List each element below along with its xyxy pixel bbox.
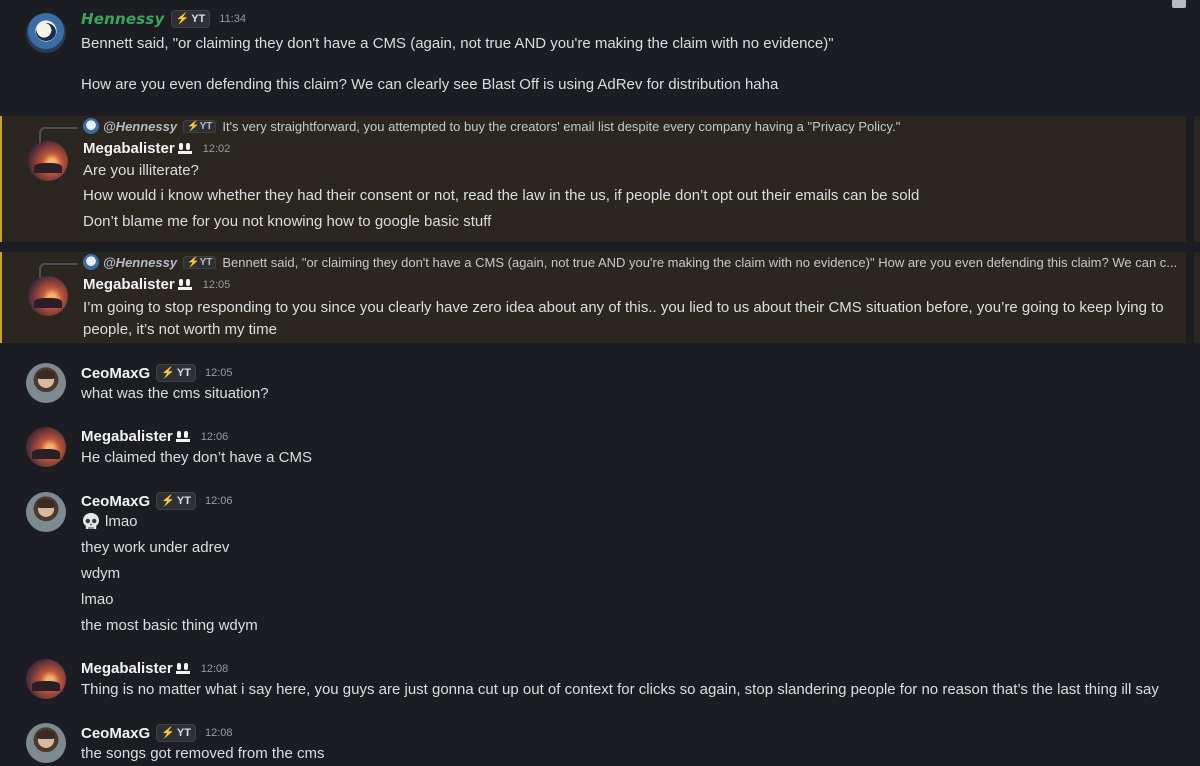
bolt-icon: ⚡: [187, 120, 200, 132]
yt-badge[interactable]: ⚡ YT: [156, 724, 196, 742]
bolt-icon: ⚡: [175, 13, 190, 25]
bolt-icon: ⚡: [161, 367, 175, 379]
timestamp[interactable]: 12:08: [205, 727, 233, 739]
avatar[interactable]: [28, 141, 68, 181]
message-line: Don’t blame me for you not knowing how t…: [83, 213, 492, 230]
yt-badge[interactable]: ⚡ YT: [156, 364, 196, 382]
message-line: I’m going to stop responding to you sinc…: [83, 299, 1164, 316]
avatar[interactable]: [26, 13, 66, 53]
avatar[interactable]: [26, 492, 66, 532]
message-line: people, it’s not worth my time: [83, 321, 277, 338]
avatar[interactable]: [26, 363, 66, 403]
reply-avatar: [83, 254, 99, 270]
message-line: How would i know whether they had their …: [83, 187, 920, 204]
message-header: Megabalister 12:08: [81, 660, 228, 677]
username[interactable]: Megabalister: [83, 276, 175, 293]
reply-preview[interactable]: @Hennessy ⚡YT Bennett said, "or claiming…: [39, 254, 1178, 279]
message: @Hennessy ⚡YT Bennett said, "or claiming…: [0, 252, 1200, 343]
skull-icon: [83, 513, 99, 530]
username[interactable]: Megabalister: [83, 140, 175, 157]
username[interactable]: CeoMaxG: [81, 493, 150, 510]
timestamp[interactable]: 12:06: [201, 431, 229, 443]
message: CeoMaxG ⚡ YT 12:05 what was the cms situa…: [0, 352, 1200, 412]
reply-username[interactable]: @Hennessy: [103, 255, 177, 270]
reply-avatar: [83, 118, 99, 134]
reply-text: Bennett said, "or claiming they don't ha…: [222, 254, 1178, 270]
scrollbar[interactable]: [1186, 0, 1194, 766]
message-line: He claimed they don’t have a CMS: [81, 449, 312, 466]
yt-badge: ⚡YT: [183, 119, 217, 133]
message: @Hennessy ⚡YT It's very straightforward,…: [0, 116, 1200, 242]
message-line: wdym: [81, 565, 121, 582]
message-line: Thing is no matter what i say here, you …: [81, 681, 1159, 698]
message-line: the most basic thing wdym: [81, 617, 258, 634]
timestamp[interactable]: 12:08: [201, 663, 229, 675]
message-header: Megabalister 12:06: [81, 428, 228, 445]
message-line: Are you illiterate?: [83, 162, 199, 179]
username[interactable]: CeoMaxG: [81, 365, 150, 382]
message-header: CeoMaxG ⚡ YT 12:06: [81, 492, 232, 510]
message-header: Hennessy ⚡ YT 11:34: [81, 10, 246, 28]
message: CeoMaxG ⚡ YT 12:06 lmao they work under a…: [0, 480, 1200, 640]
message-header: Megabalister 12:02: [83, 140, 230, 157]
message: CeoMaxG ⚡ YT 12:08 the songs got removed …: [0, 712, 1200, 766]
message-line: what was the cms situation?: [81, 385, 269, 402]
message-line: lmao: [81, 591, 114, 608]
yt-badge: ⚡YT: [183, 255, 217, 269]
timestamp[interactable]: 11:34: [219, 13, 246, 25]
timestamp[interactable]: 12:05: [203, 279, 231, 291]
yt-badge[interactable]: ⚡ YT: [170, 10, 211, 28]
timestamp[interactable]: 12:02: [203, 143, 231, 155]
timestamp[interactable]: 12:05: [205, 367, 233, 379]
reply-username[interactable]: @Hennessy: [103, 119, 177, 134]
avatar[interactable]: [26, 723, 66, 763]
bolt-icon: ⚡: [187, 256, 200, 268]
message: Megabalister 12:06 He claimed they don’t…: [0, 416, 1200, 476]
message: Hennessy ⚡ YT 11:34 Bennett said, "or cla…: [0, 0, 1200, 108]
avatar[interactable]: [26, 659, 66, 699]
avatar[interactable]: [28, 276, 68, 316]
microphone-icon: [175, 662, 192, 675]
message-line: Bennett said, "or claiming they don't ha…: [81, 35, 834, 52]
message-line: they work under adrev: [81, 539, 230, 556]
message-line: lmao: [81, 512, 138, 532]
username[interactable]: Hennessy: [81, 10, 165, 28]
message: Megabalister 12:08 Thing is no matter wh…: [0, 648, 1200, 708]
bolt-icon: ⚡: [161, 727, 175, 739]
microphone-icon: [175, 430, 192, 443]
microphone-icon: [177, 278, 194, 291]
message-line: the songs got removed from the cms: [81, 745, 325, 762]
message-header: CeoMaxG ⚡ YT 12:05: [81, 364, 232, 382]
username[interactable]: Megabalister: [81, 428, 173, 445]
username[interactable]: Megabalister: [81, 660, 173, 677]
microphone-icon: [177, 142, 194, 155]
username[interactable]: CeoMaxG: [81, 725, 150, 742]
message-header: Megabalister 12:05: [83, 276, 230, 293]
bolt-icon: ⚡: [161, 495, 175, 507]
avatar[interactable]: [26, 427, 66, 467]
message-header: CeoMaxG ⚡ YT 12:08: [81, 724, 232, 742]
yt-badge[interactable]: ⚡ YT: [156, 492, 196, 510]
message-line: How are you even defending this claim? W…: [81, 76, 779, 93]
reply-text: It's very straightforward, you attempted…: [222, 118, 901, 134]
reply-preview[interactable]: @Hennessy ⚡YT It's very straightforward,…: [39, 118, 901, 143]
timestamp[interactable]: 12:06: [205, 495, 233, 507]
